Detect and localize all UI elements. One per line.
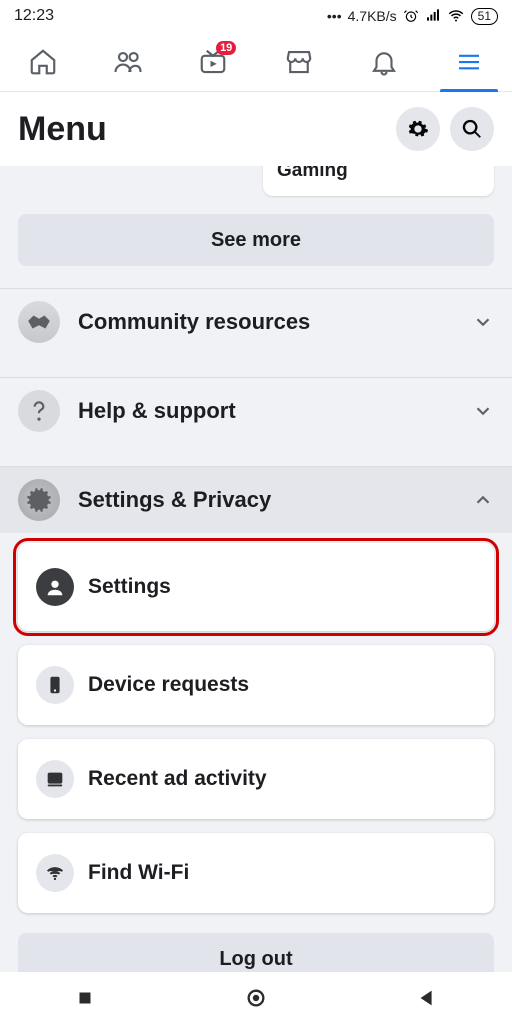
tab-friends[interactable] [99,33,157,91]
home-icon [28,47,58,77]
menu-content[interactable]: Gaming See more Community resources Help… [0,166,512,972]
status-dots: ••• [327,8,342,24]
search-button[interactable] [450,107,494,151]
nav-recent-icon[interactable] [74,987,96,1009]
menuitem-label: Find Wi-Fi [88,861,189,885]
chevron-down-icon [472,311,494,333]
nav-home-icon[interactable] [245,987,267,1009]
menu-header-actions [396,107,494,151]
menuitem-label: Device requests [88,673,249,697]
search-icon [461,118,483,140]
logout-label: Log out [219,948,292,971]
chevron-down-icon [472,400,494,422]
signal-icon [425,8,441,24]
menuitem-label: Settings [88,575,171,599]
alarm-icon [403,8,419,24]
section-title: Community resources [78,309,454,335]
tab-notifications[interactable] [355,33,413,91]
nav-back-icon[interactable] [416,987,438,1009]
status-bar: 12:23 ••• 4.7KB/s 51 [0,0,512,32]
see-more-label: See more [211,229,301,252]
shortcut-label: Gaming [277,166,348,182]
gear-icon [407,118,429,140]
wifi-circle-icon [36,854,74,892]
device-icon [36,666,74,704]
tab-home[interactable] [14,33,72,91]
friends-icon [113,47,143,77]
settings-gear-button[interactable] [396,107,440,151]
chevron-up-icon [472,489,494,511]
watch-badge: 19 [216,41,236,55]
gear-large-icon [18,479,60,521]
menuitem-label: Recent ad activity [88,767,267,791]
shortcut-card-gaming[interactable]: Gaming [263,166,494,196]
section-community-resources[interactable]: Community resources [0,289,512,355]
page-title: Menu [18,110,107,149]
status-time: 12:23 [14,7,54,25]
logout-button[interactable]: Log out [18,933,494,972]
menuitem-recent-ads[interactable]: Recent ad activity [18,739,494,819]
settings-privacy-subitems: Settings Device requests Recent ad activ… [0,533,512,917]
android-nav-bar [0,972,512,1024]
wifi-icon [447,7,465,25]
tab-marketplace[interactable] [270,33,328,91]
menuitem-find-wifi[interactable]: Find Wi-Fi [18,833,494,913]
menuitem-device-requests[interactable]: Device requests [18,645,494,725]
status-net-speed: 4.7KB/s [348,8,397,24]
section-title: Settings & Privacy [78,487,454,513]
hamburger-icon [454,47,484,77]
menuitem-settings[interactable]: Settings [18,543,494,631]
marketplace-icon [284,47,314,77]
tab-watch[interactable]: 19 [184,33,242,91]
bell-icon [369,47,399,77]
battery-indicator: 51 [471,8,498,25]
shortcut-row: Gaming [0,166,512,196]
handshake-icon [18,301,60,343]
top-tab-bar: 19 [0,32,512,92]
section-help-support[interactable]: Help & support [0,378,512,444]
tab-menu[interactable] [440,33,498,91]
section-settings-privacy[interactable]: Settings & Privacy [0,467,512,533]
ads-icon [36,760,74,798]
status-right: ••• 4.7KB/s 51 [327,7,498,25]
section-title: Help & support [78,398,454,424]
menu-header: Menu [0,92,512,166]
person-icon [36,568,74,606]
question-icon [18,390,60,432]
see-more-button[interactable]: See more [18,214,494,266]
